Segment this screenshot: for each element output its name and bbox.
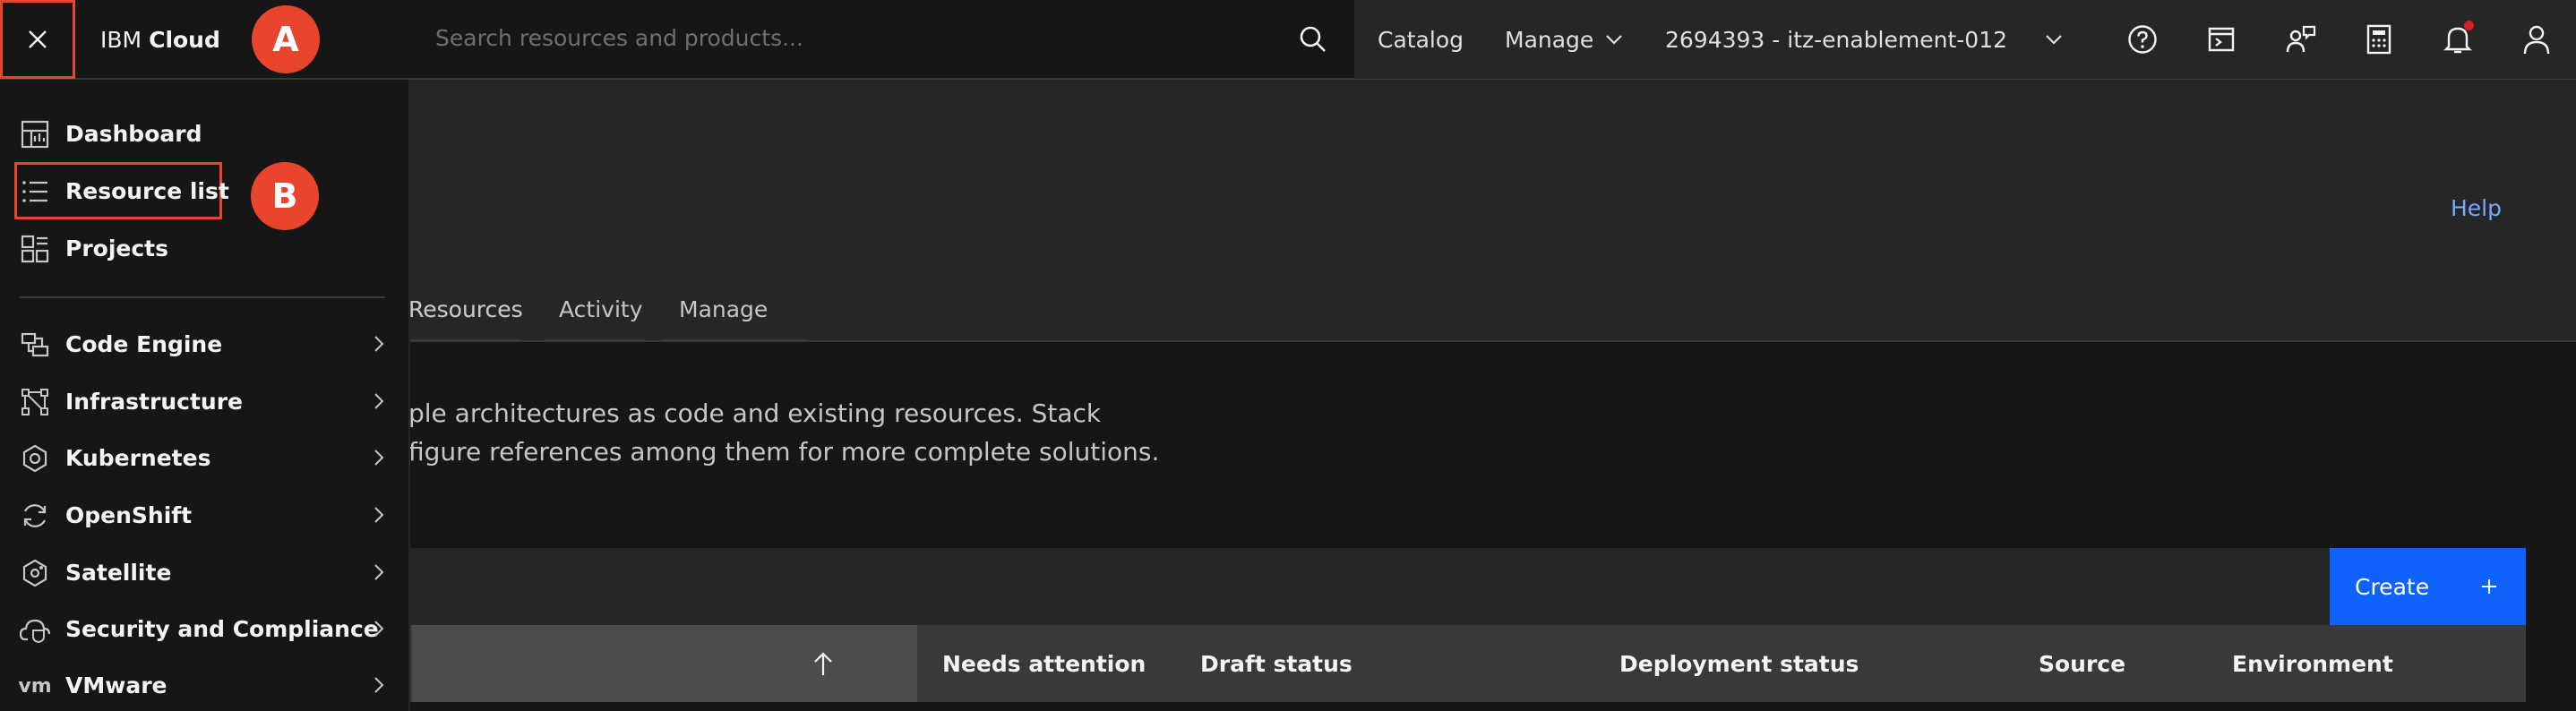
nav-label-code-engine: Code Engine	[65, 330, 223, 357]
openshift-icon	[20, 501, 50, 531]
chevron-right-icon	[369, 672, 389, 698]
switch-context-button[interactable]	[2262, 0, 2340, 79]
sort-ascending-button[interactable]	[813, 625, 833, 702]
top-header: IBM Cloud A Search resources and products…	[0, 0, 2576, 80]
tab-activity-text: Activity	[559, 296, 643, 322]
nav-label-security-and-compliance: Security and Compliance	[65, 615, 379, 642]
chevron-right-icon	[369, 616, 389, 641]
infrastructure-icon	[20, 387, 50, 417]
nav-item-infrastructure[interactable]: Infrastructure	[0, 374, 410, 428]
close-menu-button[interactable]	[0, 0, 75, 79]
list-icon	[20, 176, 50, 207]
search-button[interactable]	[1274, 0, 1352, 79]
close-icon	[29, 30, 47, 48]
manage-menu[interactable]: Manage	[1505, 0, 1623, 79]
nav-item-satellite[interactable]: Satellite	[0, 545, 410, 599]
column-needs-attention[interactable]: Needs attention	[942, 625, 1146, 702]
nav-label-vmware: VMware	[65, 672, 167, 698]
account-switcher[interactable]: 2694393 - itz-enablement-012	[1665, 0, 2062, 79]
nav-item-code-engine[interactable]: Code Engine	[0, 317, 410, 371]
page-description: ple architectures as code and existing r…	[376, 394, 1159, 471]
arrow-up-icon	[814, 652, 832, 675]
tab-manage[interactable]: Manage	[663, 283, 806, 342]
tab-manage-text: Manage	[679, 296, 769, 322]
nav-item-resource-list[interactable]: Resource list	[0, 164, 410, 218]
nav-label-satellite: Satellite	[65, 559, 172, 586]
manage-label: Manage	[1505, 26, 1594, 53]
satellite-icon	[20, 558, 50, 588]
nav-label-dashboard: Dashboard	[65, 120, 202, 147]
chevron-down-icon	[2046, 35, 2062, 45]
brand-prefix: IBM	[100, 26, 142, 53]
account-label: 2694393 - itz-enablement-012	[1665, 26, 2008, 53]
description-line-2: figure references among them for more co…	[408, 437, 1160, 467]
description-line-1: ple architectures as code and existing r…	[408, 398, 1102, 428]
sortable-name-column[interactable]	[412, 625, 917, 702]
chevron-right-icon	[369, 389, 389, 414]
cloud-shell-button[interactable]	[2182, 0, 2261, 79]
create-button[interactable]: Create	[2330, 548, 2526, 625]
nav-item-vmware[interactable]: vm VMware	[0, 658, 410, 711]
tab-activity[interactable]: Activity	[545, 283, 645, 342]
notifications-button[interactable]	[2418, 0, 2497, 79]
nav-label-infrastructure: Infrastructure	[65, 388, 243, 415]
help-icon	[2128, 25, 2157, 54]
notification-dot	[2464, 21, 2474, 30]
kubernetes-icon	[20, 443, 50, 474]
header-actions: Catalog Manage 2694393 - itz-enablement-…	[1354, 0, 2576, 79]
search-placeholder: Search resources and products...	[435, 25, 803, 51]
nav-item-dashboard[interactable]: Dashboard	[0, 107, 410, 160]
vmware-icon: vm	[18, 674, 52, 698]
tab-resources-text: Resources	[408, 296, 523, 322]
left-navigation: Dashboard Resource list B Projects Code …	[0, 80, 410, 711]
search-bar[interactable]: Search resources and products...	[410, 0, 1352, 79]
nav-divider	[20, 296, 385, 298]
nav-item-projects[interactable]: Projects	[0, 221, 410, 275]
dashboard-icon	[20, 119, 50, 150]
nav-item-security-and-compliance[interactable]: Security and Compliance	[0, 602, 410, 655]
chevron-right-icon	[369, 560, 389, 585]
brand-bold: Cloud	[149, 26, 220, 53]
chevron-right-icon	[369, 331, 389, 356]
nav-label-kubernetes: Kubernetes	[65, 444, 211, 471]
column-environment[interactable]: Environment	[2232, 625, 2393, 702]
security-icon	[20, 614, 50, 645]
brand-logo[interactable]: IBM Cloud	[100, 0, 220, 79]
help-button[interactable]	[2103, 0, 2182, 79]
calculator-icon	[2366, 24, 2391, 55]
user-chat-icon	[2286, 25, 2316, 53]
nav-label-openshift: OpenShift	[65, 501, 193, 528]
nav-label-resource-list: Resource list	[65, 177, 229, 204]
plus-icon	[2482, 579, 2496, 594]
column-deployment-status[interactable]: Deployment status	[1619, 625, 1859, 702]
catalog-link[interactable]: Catalog	[1378, 0, 1464, 79]
chevron-right-icon	[369, 502, 389, 527]
user-icon	[2523, 25, 2550, 55]
annotation-badge-a: A	[252, 5, 320, 73]
search-icon	[1300, 26, 1326, 52]
terminal-icon	[2208, 27, 2235, 52]
nav-item-openshift[interactable]: OpenShift	[0, 488, 410, 542]
nav-label-projects: Projects	[65, 235, 169, 261]
code-engine-icon	[20, 330, 50, 360]
chevron-right-icon	[369, 445, 389, 470]
annotation-badge-b: B	[251, 162, 319, 230]
cost-estimator-button[interactable]	[2340, 0, 2418, 79]
column-source[interactable]: Source	[2039, 625, 2125, 702]
nav-item-kubernetes[interactable]: Kubernetes	[0, 431, 410, 484]
chevron-down-icon	[1606, 35, 1623, 45]
help-link[interactable]: Help	[2451, 195, 2502, 221]
create-label: Create	[2355, 573, 2430, 600]
column-draft-status[interactable]: Draft status	[1200, 625, 1352, 702]
projects-icon	[20, 234, 50, 264]
profile-button[interactable]	[2497, 0, 2576, 79]
